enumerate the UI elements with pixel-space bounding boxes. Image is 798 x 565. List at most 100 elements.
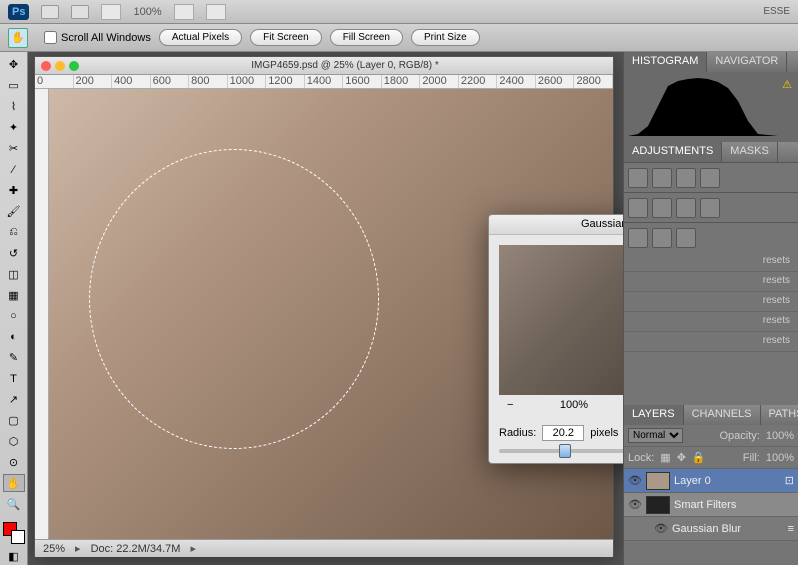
hand-tool[interactable]: ✋: [3, 474, 25, 492]
path-tool[interactable]: ↗: [3, 391, 25, 409]
launch-bridge-icon[interactable]: [41, 5, 59, 19]
fit-screen-button[interactable]: Fit Screen: [250, 29, 322, 46]
minimize-icon[interactable]: [55, 61, 65, 71]
screen-mode-dropdown[interactable]: [206, 4, 226, 20]
marquee-tool[interactable]: ▭: [3, 77, 25, 95]
adj-posterize-icon[interactable]: [652, 228, 672, 248]
preset-row[interactable]: resets: [624, 312, 798, 332]
layer-row[interactable]: 👁 Layer 0 ⊡: [624, 469, 798, 493]
adjustment-icons-row: [624, 162, 798, 192]
mini-bridge-icon[interactable]: [71, 5, 89, 19]
preset-row[interactable]: resets: [624, 272, 798, 292]
quickmask-toggle[interactable]: ◧: [3, 547, 25, 565]
zoom-tool[interactable]: 🔍: [3, 495, 25, 513]
adj-photo-filter-icon[interactable]: [700, 198, 720, 218]
color-swatch[interactable]: [3, 522, 25, 544]
lock-pixels-icon[interactable]: ▦: [660, 451, 670, 464]
radius-slider[interactable]: [499, 449, 623, 453]
lock-position-icon[interactable]: ✥: [677, 451, 686, 464]
maximize-icon[interactable]: [69, 61, 79, 71]
adj-hue-icon[interactable]: [652, 198, 672, 218]
wand-tool[interactable]: ✦: [3, 119, 25, 137]
preset-row[interactable]: resets: [624, 292, 798, 312]
type-tool[interactable]: T: [3, 370, 25, 388]
dodge-tool[interactable]: ◐: [3, 328, 25, 346]
adj-vibrance-icon[interactable]: [628, 198, 648, 218]
status-zoom[interactable]: 25%: [43, 543, 65, 555]
filter-options-icon[interactable]: ≡: [788, 523, 794, 535]
blur-tool[interactable]: ○: [3, 307, 25, 325]
tab-masks[interactable]: MASKS: [722, 142, 778, 162]
fill-value[interactable]: 100%: [766, 452, 794, 464]
arrange-docs-dropdown[interactable]: [174, 4, 194, 20]
layers-panel: Normal Opacity: 100% Lock: ▦ ✥ 🔒 Fill: 1…: [624, 425, 798, 565]
warning-icon[interactable]: ⚠: [782, 78, 792, 91]
brush-tool[interactable]: 🖌: [3, 202, 25, 220]
hand-tool-icon[interactable]: ✋: [8, 28, 28, 48]
zoom-out-button[interactable]: −: [507, 399, 513, 411]
adj-invert-icon[interactable]: [628, 228, 648, 248]
visibility-icon[interactable]: 👁: [654, 522, 668, 535]
tab-adjustments[interactable]: ADJUSTMENTS: [624, 142, 722, 162]
tab-channels[interactable]: CHANNELS: [684, 405, 761, 425]
adjustments-tabrow: ADJUSTMENTS MASKS: [624, 142, 798, 162]
layer-thumbnail[interactable]: [646, 472, 670, 490]
lock-all-icon[interactable]: 🔒: [692, 451, 706, 464]
3d-tool[interactable]: ⬡: [3, 433, 25, 451]
eyedropper-tool[interactable]: ∕: [3, 161, 25, 179]
stamp-tool[interactable]: ⎌: [3, 223, 25, 241]
slider-handle[interactable]: [559, 444, 571, 458]
adj-exposure-icon[interactable]: [700, 168, 720, 188]
adj-bw-icon[interactable]: [676, 198, 696, 218]
preset-row[interactable]: resets: [624, 332, 798, 352]
gaussian-blur-dialog: Gaussian Blur − 100% + OK Cancel Preview…: [488, 214, 623, 464]
print-size-button[interactable]: Print Size: [411, 29, 480, 46]
filter-row[interactable]: 👁 Gaussian Blur ≡: [624, 517, 798, 541]
move-tool[interactable]: ✥: [3, 56, 25, 74]
visibility-icon[interactable]: 👁: [628, 498, 642, 511]
3d-camera-tool[interactable]: ⊙: [3, 454, 25, 472]
adj-levels-icon[interactable]: [652, 168, 672, 188]
preview-zoom: 100%: [560, 399, 588, 411]
pen-tool[interactable]: ✎: [3, 349, 25, 367]
radius-input[interactable]: [542, 425, 584, 441]
smart-filters-row[interactable]: 👁 Smart Filters: [624, 493, 798, 517]
fill-screen-button[interactable]: Fill Screen: [330, 29, 403, 46]
adj-brightness-icon[interactable]: [628, 168, 648, 188]
history-brush-tool[interactable]: ↺: [3, 244, 25, 262]
lasso-tool[interactable]: ⌇: [3, 98, 25, 116]
tab-paths[interactable]: PATHS: [761, 405, 798, 425]
view-extras-dropdown[interactable]: [101, 4, 121, 20]
zoom-level[interactable]: 100%: [133, 6, 161, 18]
opacity-value[interactable]: 100%: [766, 430, 794, 442]
tab-histogram[interactable]: HISTOGRAM: [624, 52, 707, 72]
heal-tool[interactable]: ✚: [3, 182, 25, 200]
status-doc-size[interactable]: Doc: 22.2M/34.7M: [91, 543, 181, 555]
chevron-right-icon[interactable]: ▸: [190, 542, 196, 555]
eraser-tool[interactable]: ◫: [3, 265, 25, 283]
shape-tool[interactable]: ▢: [3, 412, 25, 430]
actual-pixels-button[interactable]: Actual Pixels: [159, 29, 242, 46]
ruler-vertical[interactable]: [35, 89, 49, 539]
layer-name[interactable]: Layer 0: [674, 475, 711, 487]
chevron-right-icon[interactable]: ▸: [75, 542, 81, 555]
scroll-all-checkbox[interactable]: Scroll All Windows: [44, 31, 151, 44]
close-icon[interactable]: [41, 61, 51, 71]
crop-tool[interactable]: ✂: [3, 140, 25, 158]
adj-curves-icon[interactable]: [676, 168, 696, 188]
smart-object-icon: ⊡: [785, 474, 794, 487]
filter-name[interactable]: Gaussian Blur: [672, 523, 741, 535]
blend-mode-select[interactable]: Normal: [628, 428, 683, 443]
visibility-icon[interactable]: 👁: [628, 474, 642, 487]
preset-row[interactable]: resets: [624, 252, 798, 272]
filter-preview[interactable]: [499, 245, 623, 395]
ruler-horizontal[interactable]: 0200400600800100012001400160018002000220…: [35, 75, 613, 89]
adj-threshold-icon[interactable]: [676, 228, 696, 248]
filter-mask-thumbnail[interactable]: [646, 496, 670, 514]
radius-unit: pixels: [590, 427, 618, 439]
app-menubar: Ps 100% ESSE: [0, 0, 798, 24]
tab-navigator[interactable]: NAVIGATOR: [707, 52, 787, 72]
tab-layers[interactable]: LAYERS: [624, 405, 684, 425]
gradient-tool[interactable]: ▦: [3, 286, 25, 304]
workspace-label[interactable]: ESSE: [763, 6, 790, 17]
